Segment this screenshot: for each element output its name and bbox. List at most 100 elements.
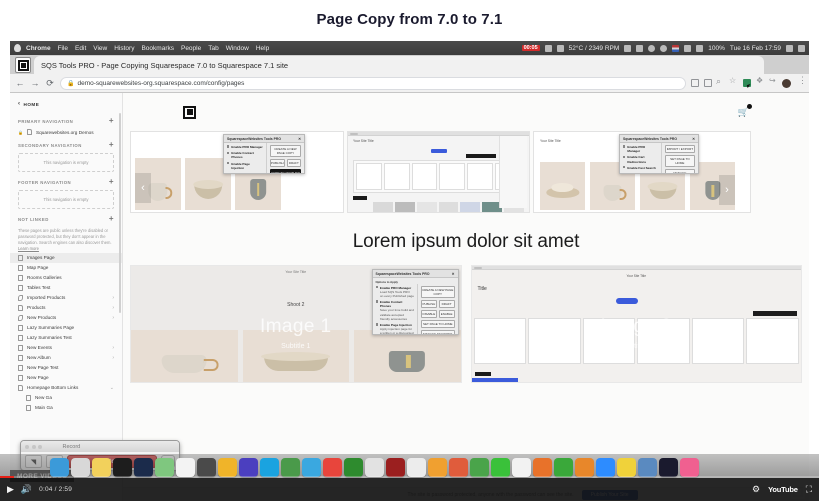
menu-app-name[interactable]: Chrome xyxy=(26,45,51,52)
screenshot-tile-products-right[interactable]: Your Site Title Show 2 xyxy=(533,131,751,213)
skype-icon[interactable] xyxy=(260,458,279,477)
photos-icon[interactable] xyxy=(176,458,195,477)
address-bar[interactable]: 🔒 demo-squarewebsites-org.squarespace.co… xyxy=(60,76,686,90)
carousel-next-button[interactable]: › xyxy=(719,175,735,206)
screen-recording-timer[interactable]: 00:05 xyxy=(521,45,540,51)
back-button[interactable]: ← xyxy=(15,78,25,88)
tools-panel-button[interactable]: PUBLISH xyxy=(269,159,285,167)
tools-panel-button[interactable]: CREATE A NEW PAGE COPY xyxy=(421,285,455,298)
launchpad-icon[interactable] xyxy=(71,458,90,477)
zoom-icon[interactable] xyxy=(596,458,615,477)
display-icon[interactable] xyxy=(544,44,552,52)
menubar-clock[interactable]: Tue 16 Feb 17:59 xyxy=(730,45,781,52)
bookmark-star-icon[interactable] xyxy=(729,76,738,87)
menu-view[interactable]: View xyxy=(93,45,107,52)
screenshot-tile-image-2[interactable]: Your Site Title Title Image 2 Subtitle 2 xyxy=(470,265,802,383)
sidebar-item-squarewebsites-demos[interactable]: 🔒 Squarewebsites.org Demos xyxy=(10,127,122,137)
calendar-icon[interactable] xyxy=(512,458,531,477)
sidebar-page-item[interactable]: Images Page xyxy=(10,252,122,263)
preview-icon[interactable] xyxy=(197,458,216,477)
sidebar-page-item[interactable]: New Page Test xyxy=(10,363,122,373)
tools-panel-button[interactable]: SET PAGE TO HOME xyxy=(421,319,455,328)
reload-button[interactable]: ⟳ xyxy=(45,78,55,89)
sidebar-page-item[interactable]: New Page xyxy=(10,373,122,383)
maps-icon[interactable] xyxy=(155,458,174,477)
browser-tab[interactable]: SQS Tools PRO - Page Copying Squarespace… xyxy=(34,56,764,74)
tools-panel-button[interactable]: CREATE A NEW PAGE COPY xyxy=(269,145,301,157)
sidebar-page-item[interactable]: Tables Test xyxy=(10,283,122,293)
tools-panel-button[interactable]: MANAGE SECTIONS xyxy=(664,169,695,173)
messages-icon[interactable] xyxy=(491,458,510,477)
add-page-icon[interactable]: + xyxy=(109,117,114,125)
tools-panel-button[interactable]: DRAFT xyxy=(438,299,455,308)
sidebar-page-item[interactable]: Main Ga xyxy=(10,403,122,413)
trello-icon[interactable] xyxy=(428,458,447,477)
add-page-icon[interactable]: + xyxy=(109,178,114,186)
menu-bookmarks[interactable]: Bookmarks xyxy=(141,45,174,52)
close-icon[interactable]: ✕ xyxy=(298,137,301,141)
bear-icon[interactable] xyxy=(449,458,468,477)
tools-panel-button[interactable]: ENABLE xyxy=(438,309,455,318)
bluetooth-icon[interactable] xyxy=(648,44,656,52)
tools-panel-button[interactable]: DISABLE xyxy=(421,309,437,318)
menu-people[interactable]: People xyxy=(181,45,201,52)
battery-icon[interactable] xyxy=(636,44,644,52)
quicktime-icon[interactable] xyxy=(659,458,678,477)
control-center-icon[interactable] xyxy=(798,44,805,52)
textedit-icon[interactable] xyxy=(407,458,426,477)
tools-panel-button[interactable]: PUBLISH xyxy=(421,299,437,308)
apple-menu-icon[interactable] xyxy=(14,44,21,52)
firefox-icon[interactable] xyxy=(533,458,552,477)
sidebar-page-item[interactable]: New Ga xyxy=(10,393,122,403)
photoshop-icon[interactable] xyxy=(134,458,153,477)
tools-panel-overlay-1[interactable]: SquarespaceWebsites Tools PRO ✕ Enable P… xyxy=(223,134,305,174)
folder-icon[interactable] xyxy=(365,458,384,477)
dropbox-icon[interactable] xyxy=(684,44,692,52)
youtube-progress-bar[interactable] xyxy=(0,476,819,478)
clock-icon[interactable] xyxy=(660,44,668,52)
qr-code-icon[interactable] xyxy=(704,79,712,87)
close-icon[interactable]: ✕ xyxy=(692,137,695,141)
chrome-menu-icon[interactable] xyxy=(796,75,807,87)
squarewebsites-logo-icon[interactable] xyxy=(183,105,196,119)
sidebar-page-item[interactable]: New Products › xyxy=(10,313,122,323)
chevron-right-icon[interactable]: › xyxy=(112,355,114,361)
volume-icon[interactable]: 🔊 xyxy=(21,484,32,495)
shopping-cart-icon[interactable]: 🛒 xyxy=(738,103,752,118)
extensions-puzzle-icon[interactable] xyxy=(756,76,764,87)
sublime-icon[interactable] xyxy=(344,458,363,477)
learn-more-link[interactable]: Learn more xyxy=(18,246,39,251)
screenshot-tile-browser-mock[interactable]: Your Site Title xyxy=(347,131,530,213)
product-image-mug[interactable]: ‹ xyxy=(135,158,181,210)
vlc-icon[interactable] xyxy=(575,458,594,477)
chevron-right-icon[interactable]: ⌄ xyxy=(110,385,114,391)
menu-file[interactable]: File xyxy=(58,45,68,52)
slack-icon[interactable] xyxy=(281,458,300,477)
spotlight-search-icon[interactable] xyxy=(786,44,793,52)
finder-icon[interactable] xyxy=(50,458,69,477)
sidebar-page-item[interactable]: Lazy Summaries Test xyxy=(10,333,122,343)
signal-icon[interactable] xyxy=(556,44,564,52)
mock-cta-button[interactable] xyxy=(616,298,639,304)
notes-icon[interactable] xyxy=(92,458,111,477)
add-page-icon[interactable]: + xyxy=(109,215,114,223)
menu-window[interactable]: Window xyxy=(226,45,249,52)
sidebar-scrollbar[interactable] xyxy=(119,113,121,313)
sidebar-page-item[interactable]: New Album › xyxy=(10,353,122,363)
screenshot-tile-image-1[interactable]: Your Site Title Shoot 2 Image 1 Subtitle… xyxy=(130,265,462,383)
close-icon[interactable]: ✕ xyxy=(452,272,455,276)
menu-help[interactable]: Help xyxy=(256,45,269,52)
sidebar-page-item[interactable]: New Events › xyxy=(10,343,122,353)
tools-panel-button[interactable]: DRAFT xyxy=(286,159,301,167)
imovie-icon[interactable] xyxy=(638,458,657,477)
close-icon[interactable] xyxy=(25,444,29,449)
menu-history[interactable]: History xyxy=(114,45,134,52)
sidebar-page-item[interactable]: Lazy Summaries Page xyxy=(10,323,122,333)
zoom-icon[interactable] xyxy=(38,444,42,449)
tools-panel-button[interactable]: SET PAGE TO HOME xyxy=(664,155,695,167)
add-page-icon[interactable]: + xyxy=(109,141,114,149)
sidebar-page-item[interactable]: Homepage Bottom Links ⌄ xyxy=(10,383,122,393)
numbers-icon[interactable] xyxy=(470,458,489,477)
tools-panel-overlay-3[interactable]: SquarespaceWebsites Tools PRO ✕ Options … xyxy=(371,269,459,335)
safari-icon[interactable] xyxy=(302,458,321,477)
